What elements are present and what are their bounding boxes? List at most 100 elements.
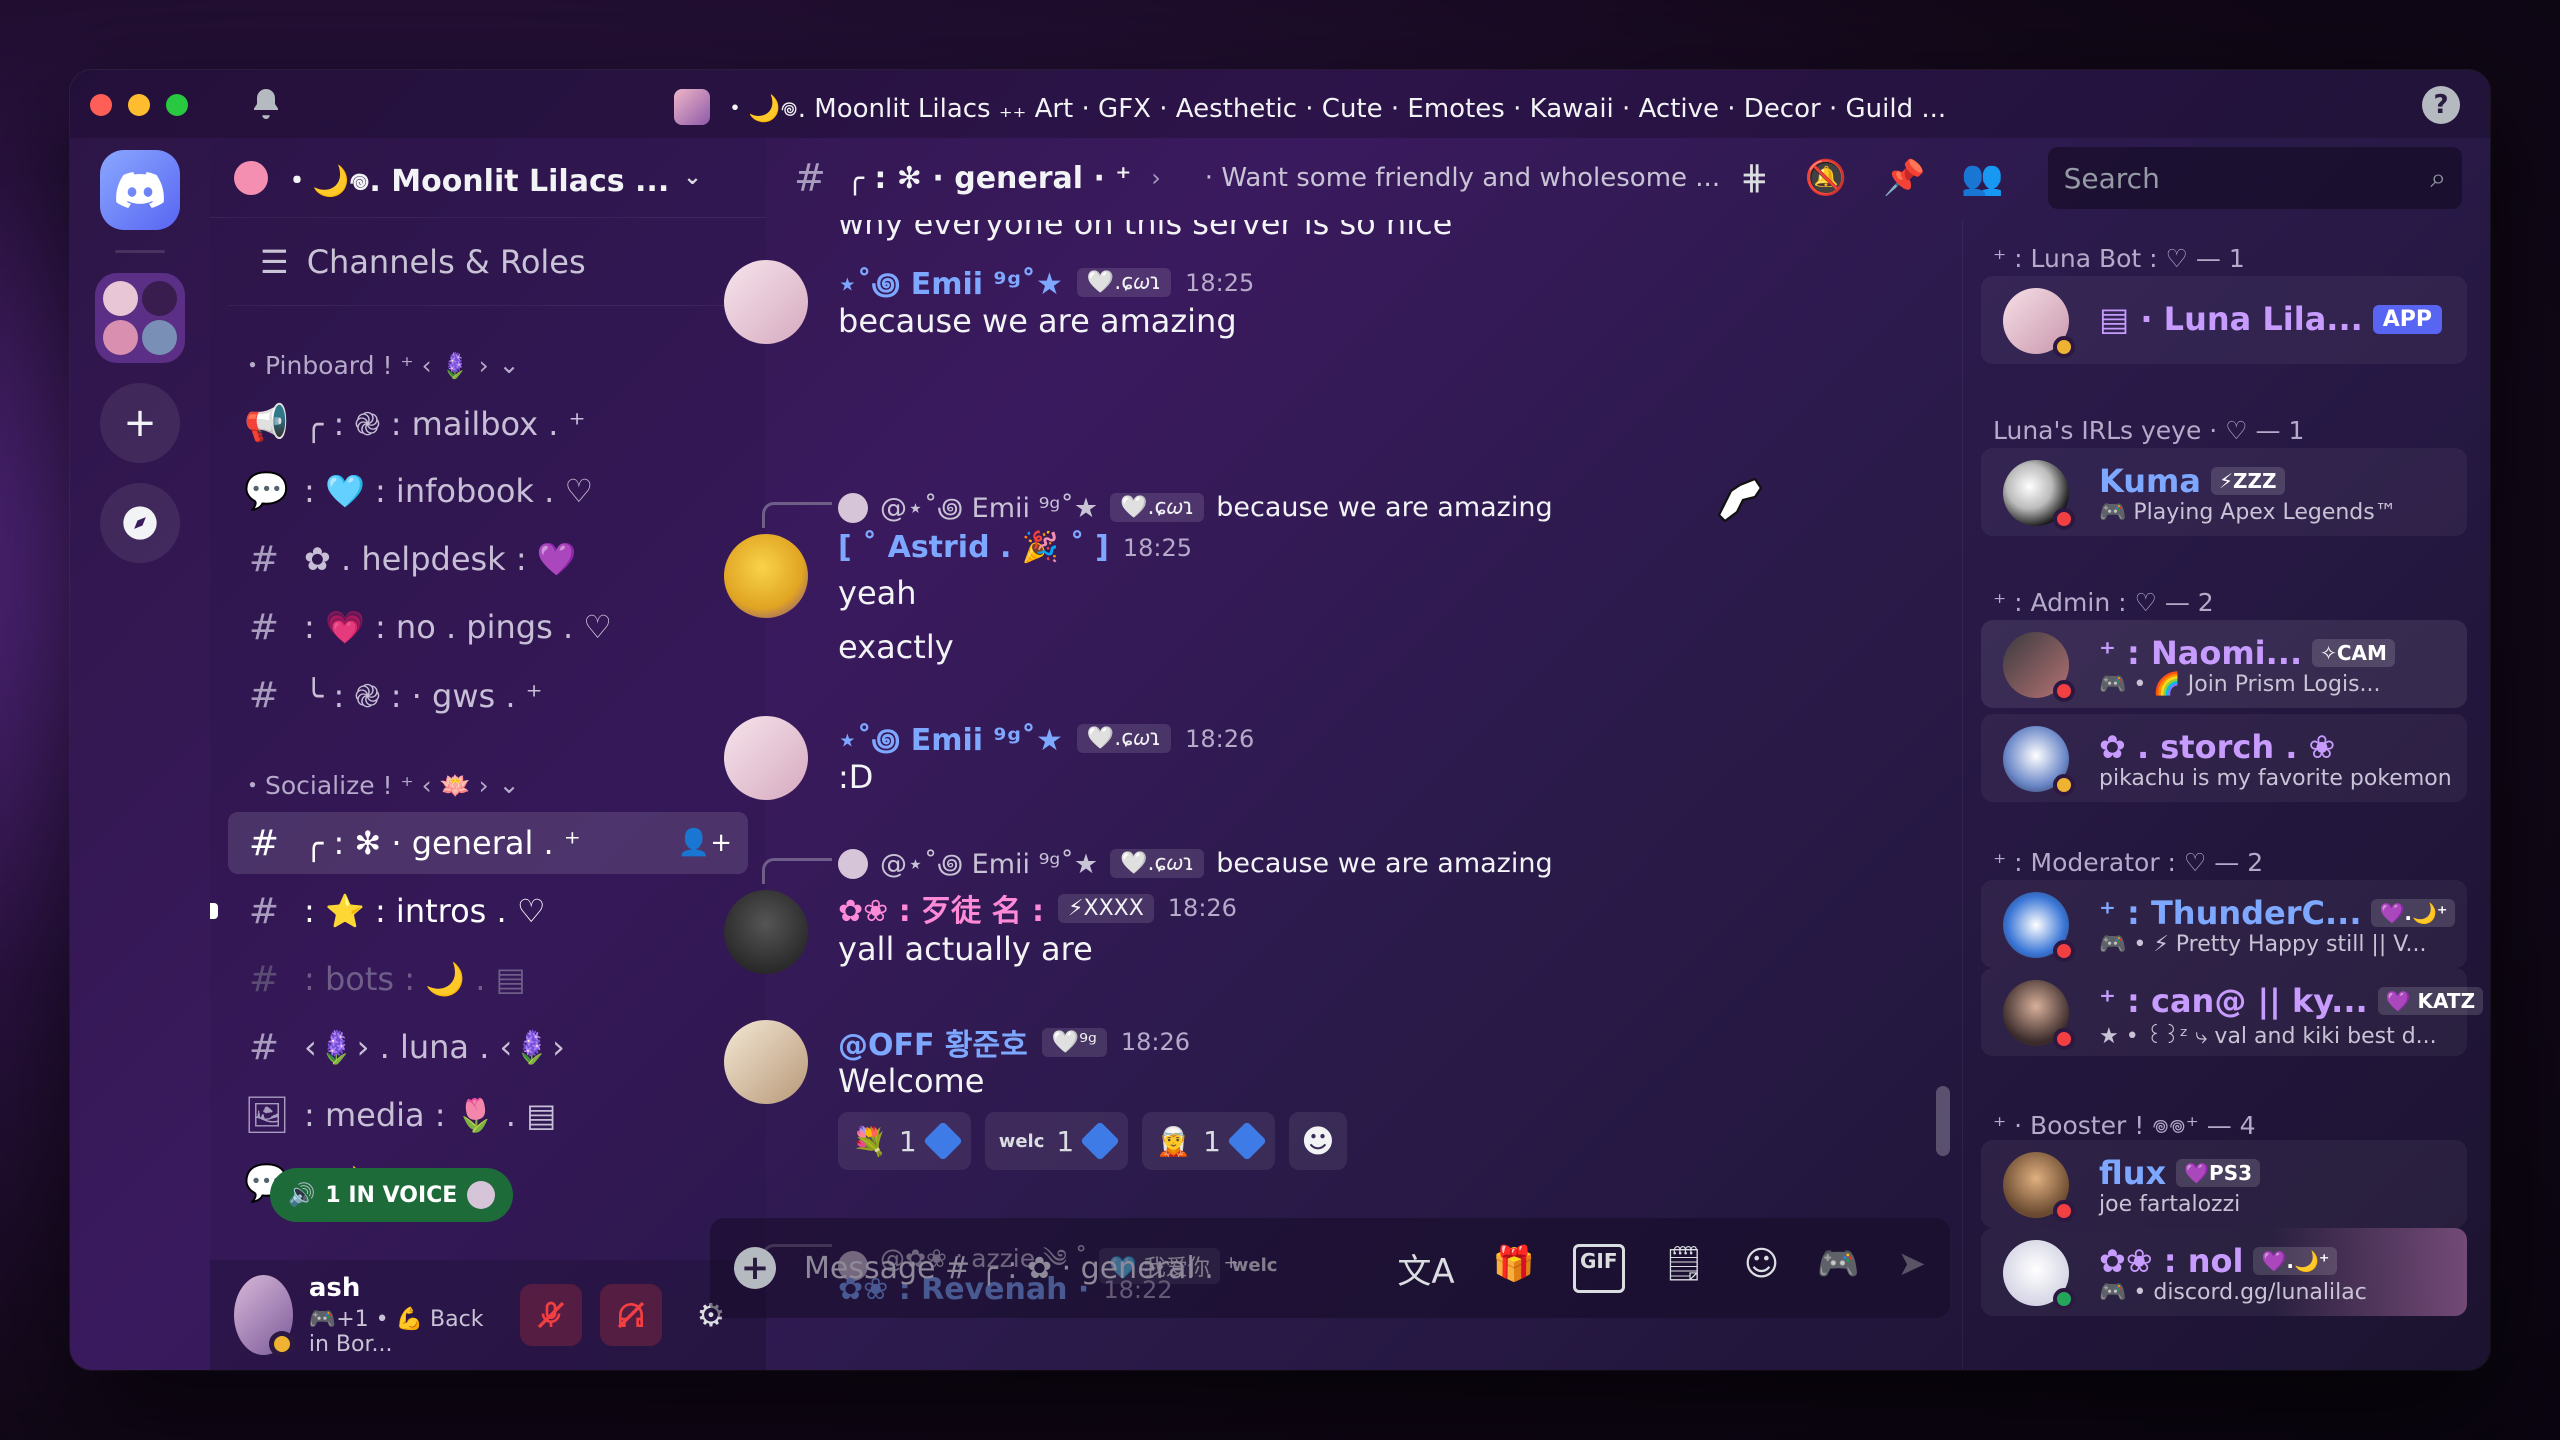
member-item[interactable]: ✿❀ : nol 💜.🌙⁺ 🎮 • discord.gg/lunalilac — [1981, 1228, 2467, 1316]
member-item[interactable]: ✿ . storch . ❀ pikachu is my favorite po… — [1981, 714, 2467, 802]
add-reaction-button[interactable]: ☻ — [1288, 1112, 1347, 1170]
avatar[interactable] — [234, 1275, 295, 1357]
channel-name: : ⭐ : intros . ♡ — [304, 892, 546, 930]
member-item[interactable]: ▤ · Luna Lila... APP — [1981, 276, 2467, 364]
user-info[interactable]: ash 🎮+1 • 💪 Back in Bor... — [309, 1273, 504, 1357]
member-name: ✿❀ : nol 💜.🌙⁺ — [2099, 1242, 2338, 1280]
message-header: ⋆˚꩜ Emii ⁹ᵍ˚★ 🤍.ɕ𝜔ɿ 18:26 — [838, 716, 1254, 761]
category-pinboard[interactable]: ・Pinboard ! ⁺ ‹ 🪻 › ⌄ — [210, 342, 766, 386]
member-tag: ⚡ZZZ — [2210, 467, 2285, 495]
channel-no-pings[interactable]: # : 💗 : no . pings . ♡ — [228, 596, 748, 658]
avatar[interactable] — [724, 890, 808, 974]
channels-roles-button[interactable]: ☰ Channels & Roles — [228, 218, 748, 306]
chevron-right-icon: › — [1151, 164, 1161, 192]
member-list-icon[interactable]: 👥 — [1961, 158, 2003, 198]
server-tag: 🤍.ɕ𝜔ɿ — [1110, 493, 1205, 522]
discover-button[interactable] — [100, 483, 180, 563]
attach-button[interactable]: + — [734, 1247, 776, 1289]
threads-icon[interactable]: ⋕ — [1740, 158, 1769, 198]
discord-home-button[interactable] — [100, 150, 180, 230]
member-activity: 🎮 • ⚡ Pretty Happy still || V... — [2099, 932, 2427, 957]
channels-roles-label: Channels & Roles — [306, 242, 586, 281]
deafen-button[interactable] — [600, 1284, 662, 1346]
help-button[interactable]: ? — [2422, 86, 2460, 124]
discord-logo-icon — [116, 172, 164, 208]
member-item[interactable]: ⁺ : ThunderC... 💜.🌙⁺ 🎮 • ⚡ Pretty Happy … — [1981, 880, 2467, 968]
member-name: ⁺ : ThunderC... 💜.🌙⁺ — [2099, 894, 2456, 932]
chat-scrollbar[interactable] — [1936, 1086, 1950, 1156]
status-dnd-icon — [2053, 680, 2075, 702]
voice-status-pill[interactable]: 🔊 1 IN VOICE — [270, 1168, 514, 1222]
hash-icon: # — [248, 674, 280, 716]
channel-infobook[interactable]: 💬 : 🩵 : infobook . ♡ — [228, 460, 748, 522]
server-header[interactable]: ・🌙𖦹. Moonlit Lilacs ... ⌄ — [210, 138, 766, 218]
close-window-button[interactable] — [90, 94, 112, 116]
channel-luna[interactable]: # ‹🪻› . luna . ‹🪻› — [228, 1016, 748, 1078]
member-name-text: ✿ . storch . ❀ — [2099, 728, 2336, 766]
server-thumb — [103, 320, 138, 355]
username[interactable]: [ ˚ Astrid . 🎉 ˚ ] — [838, 530, 1109, 565]
channel-name: ✿ . helpdesk : 💜 — [304, 540, 577, 578]
reaction-button[interactable]: welc 1 — [984, 1112, 1129, 1170]
maximize-window-button[interactable] — [166, 94, 188, 116]
username[interactable]: ⋆˚꩜ Emii ⁹ᵍ˚★ — [838, 260, 1063, 305]
rail-divider — [115, 250, 165, 253]
send-icon[interactable]: ➤ — [1898, 1244, 1927, 1293]
channel-topic[interactable]: · Want some friendly and wholesome ... — [1205, 163, 1720, 193]
search-input[interactable]: Search ⌕ — [2047, 147, 2462, 209]
role-header: ⁺ · Booster ! 𖦹𖦹⁺ — 4 — [1993, 1111, 2256, 1140]
channel-intros[interactable]: # : ⭐ : intros . ♡ — [210, 880, 748, 942]
member-name: flux 💜PS3 — [2099, 1154, 2261, 1192]
mute-mic-button[interactable] — [520, 1284, 582, 1346]
translate-icon[interactable]: 文A — [1397, 1244, 1454, 1293]
username[interactable]: @OFF 황준호 — [838, 1020, 1028, 1064]
timestamp: 18:26 — [1167, 894, 1237, 922]
member-item[interactable]: Kuma ⚡ZZZ 🎮 Playing Apex Legends™ — [1981, 448, 2467, 536]
channel-mailbox[interactable]: 📢 ╭ : ֎ : mailbox . ⁺ — [228, 392, 748, 454]
avatar[interactable] — [724, 716, 808, 800]
avatar[interactable] — [724, 1020, 808, 1104]
reaction-button[interactable]: 🧝 1 — [1142, 1112, 1275, 1170]
avatar[interactable] — [724, 260, 808, 344]
composer-actions: 文A 🎁 GIF 🗒 ☺ 🎮 ➤ — [1397, 1243, 1927, 1293]
status-dnd-icon — [2053, 1028, 2075, 1050]
message-text: Welcome — [838, 1062, 985, 1100]
notification-off-icon[interactable]: 🔕 — [1805, 158, 1847, 198]
reply-preview[interactable]: @⋆˚꩜ Emii ⁹ᵍ˚★ 🤍.ɕ𝜔ɿ because we are amaz… — [838, 488, 1553, 527]
minimize-window-button[interactable] — [128, 94, 150, 116]
server-icon — [674, 88, 710, 125]
channel-bots[interactable]: # : bots : 🌙 . ▤ — [228, 948, 748, 1010]
status-idle-icon — [2053, 336, 2075, 358]
add-server-button[interactable]: + — [100, 383, 180, 463]
channel-helpdesk[interactable]: # ✿ . helpdesk : 💜 — [228, 528, 748, 590]
gif-icon[interactable]: GIF — [1573, 1243, 1625, 1293]
username[interactable]: ⋆˚꩜ Emii ⁹ᵍ˚★ — [838, 716, 1063, 761]
member-item[interactable]: ⁺ : can@ || ky... 💜 KATZ ★ • ꒰꒱ᶻ ⤷ val a… — [1981, 968, 2484, 1056]
member-activity: 🎮 • discord.gg/lunalilac — [2099, 1280, 2367, 1305]
member-item[interactable]: ⁺ : Naomi... ✧CAM 🎮 • 🌈 Join Prism Logis… — [1981, 620, 2467, 708]
member-item[interactable]: flux 💜PS3 joe fartalozzi — [1981, 1140, 2467, 1228]
member-tag: 💜.🌙⁺ — [2253, 1247, 2338, 1275]
bell-icon[interactable] — [248, 86, 284, 122]
app-window: ・🌙𖦹. Moonlit Lilacs ₊₊ Art · GFX · Aesth… — [70, 70, 2490, 1370]
server-folder[interactable] — [95, 273, 185, 363]
channel-general[interactable]: # ╭ : ✻ · general . ⁺ 👤+ — [228, 812, 748, 874]
reply-preview[interactable]: @⋆˚꩜ Emii ⁹ᵍ˚★ 🤍.ɕ𝜔ɿ because we are amaz… — [838, 844, 1553, 883]
emoji-icon[interactable]: ☺ — [1744, 1244, 1779, 1293]
category-label: ・Pinboard ! ⁺ ‹ 🪻 › — [240, 351, 489, 380]
search-icon: ⌕ — [2430, 161, 2446, 194]
username[interactable]: ✿❀ : 歹徒 名 : — [838, 886, 1044, 930]
gamepad-icon[interactable]: 🎮 — [1817, 1244, 1859, 1293]
gift-icon[interactable]: 🎁 — [1493, 1244, 1535, 1293]
avatar[interactable] — [724, 534, 808, 618]
channel-gws[interactable]: # ╰ : ֎ : · gws . ⁺ — [228, 664, 748, 726]
reaction-count: 1 — [898, 1124, 917, 1158]
sticker-icon[interactable]: 🗒 — [1663, 1244, 1706, 1293]
chat-header: # ╭ : ✻ · general · ⁺ › · Want some frie… — [766, 138, 2490, 218]
message-input[interactable]: Message # ╭ : ✿ · general . ⁺ — [804, 1251, 1239, 1286]
reaction-button[interactable]: 💐 1 — [838, 1112, 971, 1170]
channel-media[interactable]: 🖼 : media : 🌷 . ▤ — [228, 1084, 748, 1146]
category-socialize[interactable]: ・Socialize ! ⁺ ‹ 🪷 › ⌄ — [210, 762, 766, 806]
hash-icon: # — [248, 606, 280, 648]
pin-icon[interactable]: 📌 — [1883, 158, 1925, 198]
